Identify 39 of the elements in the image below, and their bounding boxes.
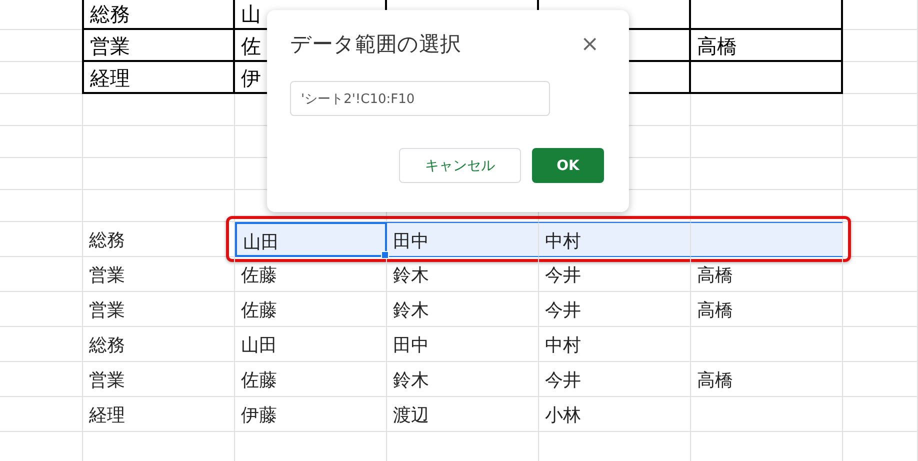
- table-cell[interactable]: 営業: [83, 292, 235, 327]
- table-cell[interactable]: [691, 0, 843, 30]
- table-cell[interactable]: 佐藤: [235, 257, 387, 292]
- table-cell[interactable]: 鈴木: [387, 362, 539, 397]
- table-cell[interactable]: 営業: [82, 30, 235, 62]
- ok-button[interactable]: OK: [532, 148, 604, 183]
- table-cell[interactable]: 経理: [83, 397, 235, 432]
- table-cell[interactable]: 営業: [83, 362, 235, 397]
- table-cell[interactable]: 山田: [235, 222, 387, 257]
- table-cell[interactable]: 山田: [235, 327, 387, 362]
- table-cell[interactable]: 中村: [539, 222, 691, 257]
- table-cell[interactable]: [691, 222, 843, 257]
- table-cell[interactable]: 営業: [83, 257, 235, 292]
- table-cell[interactable]: 中村: [539, 327, 691, 362]
- range-field[interactable]: 'シート2'!C10:F10: [290, 81, 550, 116]
- table-cell[interactable]: 田中: [387, 222, 539, 257]
- table-cell[interactable]: 高橋: [691, 30, 843, 62]
- table-cell[interactable]: 高橋: [691, 257, 843, 292]
- table-cell[interactable]: 伊藤: [235, 397, 387, 432]
- table-cell[interactable]: [691, 62, 843, 94]
- table-cell[interactable]: 鈴木: [387, 257, 539, 292]
- table-cell[interactable]: 小林: [539, 397, 691, 432]
- table-cell[interactable]: 高橋: [691, 362, 843, 397]
- close-button[interactable]: ×: [574, 32, 605, 56]
- table-cell[interactable]: 総務: [82, 0, 235, 30]
- table-cell[interactable]: 田中: [387, 327, 539, 362]
- table-cell[interactable]: 佐藤: [235, 292, 387, 327]
- table-cell[interactable]: 経理: [82, 62, 235, 94]
- table-cell[interactable]: 高橋: [691, 292, 843, 327]
- table-cell[interactable]: 今井: [539, 292, 691, 327]
- table-cell[interactable]: 渡辺: [387, 397, 539, 432]
- dialog-title: データ範囲の選択: [290, 31, 461, 58]
- table-cell[interactable]: 今井: [539, 362, 691, 397]
- table-cell[interactable]: 総務: [83, 327, 235, 362]
- cancel-button[interactable]: キャンセル: [399, 148, 521, 183]
- table-cell[interactable]: 今井: [539, 257, 691, 292]
- table-cell[interactable]: 鈴木: [387, 292, 539, 327]
- table-cell[interactable]: 佐藤: [235, 362, 387, 397]
- fill-handle[interactable]: [381, 251, 389, 259]
